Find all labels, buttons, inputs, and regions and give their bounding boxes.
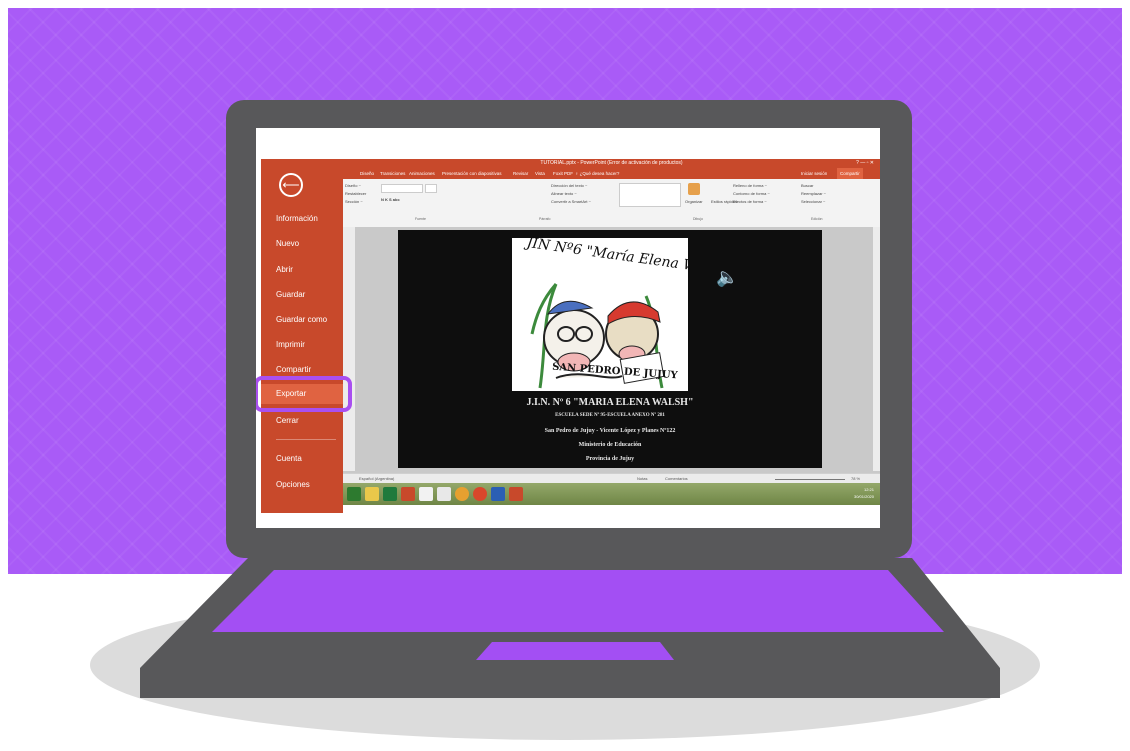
word-icon[interactable] xyxy=(491,487,505,501)
group-font: Fuente xyxy=(415,217,426,221)
menu-abrir[interactable]: Abrir xyxy=(261,260,343,280)
excel-icon[interactable] xyxy=(383,487,397,501)
menu-cuenta[interactable]: Cuenta xyxy=(261,449,343,469)
start-icon[interactable] xyxy=(347,487,361,501)
ribbon: Diseño ~ Restablecer Sección ~ N K S abc… xyxy=(343,179,880,228)
slide-canvas[interactable]: JIN Nº6 "María Elena Walsh" SAN PEDRO DE… xyxy=(398,230,822,468)
menu-guardar[interactable]: Guardar xyxy=(261,285,343,305)
replace-button[interactable]: Reemplazar ~ xyxy=(801,191,826,196)
tab-revisar[interactable]: Revisar xyxy=(513,168,528,179)
browser-icon[interactable] xyxy=(473,487,487,501)
audio-speaker-icon[interactable]: 🔈 xyxy=(716,267,738,288)
ribbon-reset[interactable]: Restablecer xyxy=(345,191,366,196)
ribbon-section[interactable]: Sección ~ xyxy=(345,199,363,204)
ribbon-layout[interactable]: Diseño ~ xyxy=(345,183,361,188)
tab-foxit-pdf[interactable]: Foxit PDF xyxy=(553,168,573,179)
home-icon[interactable] xyxy=(419,487,433,501)
tab-animaciones[interactable]: Animaciones xyxy=(409,168,435,179)
clock-date: 30/01/2020 xyxy=(853,494,874,499)
ribbon-tabs: Diseño Transiciones Animaciones Presenta… xyxy=(343,168,880,179)
arrange-button[interactable]: Organizar xyxy=(685,199,703,204)
menu-opciones[interactable]: Opciones xyxy=(261,475,343,495)
menu-imprimir[interactable]: Imprimir xyxy=(261,335,343,355)
shape-effects-button[interactable]: Efectos de forma ~ xyxy=(733,199,767,204)
window-title: TUTORIAL.pptx - PowerPoint (Error de act… xyxy=(540,160,683,166)
font-name-select[interactable] xyxy=(381,184,423,193)
laptop-screen: TUTORIAL.pptx - PowerPoint (Error de act… xyxy=(256,128,880,528)
thumbnail-pane[interactable] xyxy=(343,227,355,471)
exportar-highlight-frame xyxy=(256,376,352,412)
clock: 12:21 30/01/2020 xyxy=(854,486,874,500)
font-format-buttons[interactable]: N K S abc xyxy=(381,197,400,202)
tell-me-search[interactable]: ♀ ¿Qué desea hacer? xyxy=(575,168,619,179)
share-button[interactable]: Compartir xyxy=(837,168,863,179)
font-size-select[interactable] xyxy=(425,184,437,193)
file-explorer-icon[interactable] xyxy=(365,487,379,501)
menu-divider xyxy=(276,439,336,440)
chrome-icon[interactable] xyxy=(455,487,469,501)
powerpoint-active-icon[interactable] xyxy=(509,487,523,501)
menu-nuevo[interactable]: Nuevo xyxy=(261,234,343,254)
windows-taskbar: 12:21 30/01/2020 xyxy=(343,483,880,505)
back-arrow-icon[interactable]: ⟵ xyxy=(279,173,303,197)
slide-province: Provincia de Jujuy xyxy=(585,456,635,462)
tab-vista[interactable]: Vista xyxy=(535,168,545,179)
zoom-slider[interactable] xyxy=(775,479,845,480)
slide-ministry: Ministerio de Educación xyxy=(578,442,642,448)
sign-in-link[interactable]: Iniciar sesión xyxy=(801,168,827,179)
shape-outline-button[interactable]: Contorno de forma ~ xyxy=(733,191,770,196)
tab-presentacion[interactable]: Presentación con diapositivas xyxy=(442,168,502,179)
slide-title: J.I.N. Nº 6 "MARIA ELENA WALSH" xyxy=(526,397,694,408)
document-icon[interactable] xyxy=(437,487,451,501)
text-direction-button[interactable]: Dirección del texto ~ xyxy=(551,183,587,188)
shape-fill-button[interactable]: Relleno de forma ~ xyxy=(733,183,767,188)
menu-cerrar[interactable]: Cerrar xyxy=(261,411,343,431)
menu-guardar-como[interactable]: Guardar como xyxy=(261,310,343,330)
slide-address: San Pedro de Jujuy - Vicente López y Pla… xyxy=(544,428,676,434)
select-button[interactable]: Seleccionar ~ xyxy=(801,199,825,204)
group-drawing: Dibujo xyxy=(693,217,703,221)
group-paragraph: Párrafo xyxy=(539,217,551,221)
backstage-menu: ⟵ Información Nuevo Abrir Guardar Guarda… xyxy=(256,159,352,513)
window-controls[interactable]: ? — ▫ ✕ xyxy=(856,159,874,168)
clock-time: 12:21 xyxy=(863,487,874,492)
group-editing: Edición xyxy=(811,217,823,221)
tab-transiciones[interactable]: Transiciones xyxy=(380,168,405,179)
window-titlebar: TUTORIAL.pptx - PowerPoint (Error de act… xyxy=(343,159,880,168)
menu-informacion[interactable]: Información xyxy=(261,209,343,229)
shapes-gallery[interactable] xyxy=(619,183,681,207)
powerpoint-icon[interactable] xyxy=(401,487,415,501)
smartart-button[interactable]: Convertir a SmartArt ~ xyxy=(551,199,591,204)
slide-school-line: ESCUELA SEDE Nº 95-ESCUELA ANEXO Nº 281 xyxy=(555,413,665,418)
find-button[interactable]: Buscar xyxy=(801,183,813,188)
vertical-scrollbar[interactable] xyxy=(873,227,880,471)
tab-diseno[interactable]: Diseño xyxy=(360,168,374,179)
arrange-icon xyxy=(688,183,700,195)
school-logo: JIN Nº6 "María Elena Walsh" SAN PEDRO DE… xyxy=(512,238,688,391)
align-text-button[interactable]: Alinear texto ~ xyxy=(551,191,577,196)
